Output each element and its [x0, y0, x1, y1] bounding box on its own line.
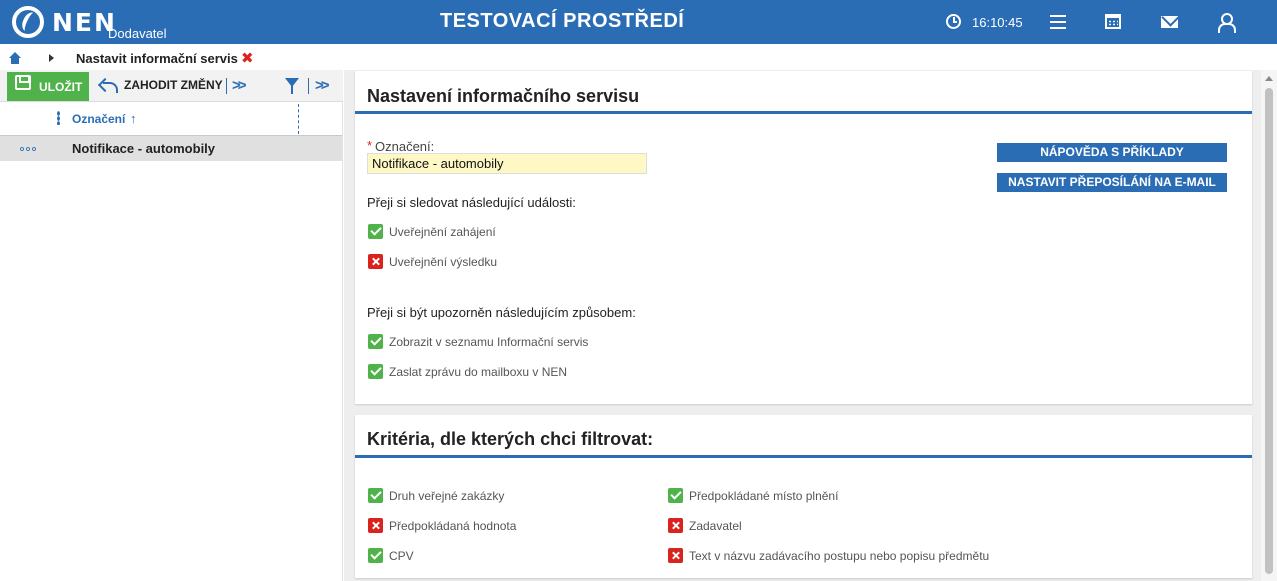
breadcrumb-separator-icon [49, 54, 54, 62]
criteria-value-label: Předpokládaná hodnota [389, 519, 517, 533]
criteria-title-rule [355, 455, 1252, 458]
row-label[interactable]: Notifikace - automobily [72, 141, 215, 156]
event-start-checkbox[interactable] [368, 224, 383, 239]
designation-label: Označení: [375, 139, 435, 154]
criteria-value-checkbox[interactable] [368, 518, 383, 533]
help-examples-button[interactable]: NÁPOVĚDA S PŘÍKLADY [997, 143, 1227, 162]
required-marker: * [367, 138, 373, 153]
column-resize-handle[interactable] [298, 104, 299, 134]
undo-icon[interactable] [100, 78, 118, 93]
nen-logo-icon[interactable] [12, 6, 44, 38]
events-heading: Přeji si sledovat následující události: [367, 195, 576, 210]
criteria-cpv-label: CPV [389, 549, 414, 563]
user-icon[interactable] [1218, 13, 1236, 33]
criteria-place-label: Předpokládané místo plnění [689, 489, 839, 503]
row-menu-icon[interactable] [19, 147, 37, 151]
clock-icon [946, 14, 961, 29]
scrollbar-thumb[interactable] [1265, 88, 1273, 574]
session-clock: 16:10:45 [972, 15, 1023, 30]
criteria-cpv-checkbox[interactable] [368, 548, 383, 563]
settings-title: Nastavení informačního servisu [367, 86, 640, 106]
environment-title: TESTOVACÍ PROSTŘEDÍ [440, 10, 685, 32]
event-result-label: Uveřejnění výsledku [389, 255, 498, 269]
expand-toolbar-icon[interactable]: >> [232, 77, 246, 94]
toolbar-separator [226, 78, 227, 94]
expand-filter-icon[interactable]: >> [315, 77, 329, 94]
mail-icon[interactable] [1161, 16, 1178, 28]
notify-mailbox-checkbox[interactable] [368, 364, 383, 379]
discard-changes-button[interactable]: ZAHODIT ZMĚNY [124, 78, 223, 92]
criteria-type-label: Druh veřejné zakázky [389, 489, 505, 503]
save-button-label: ULOŽIT [39, 80, 83, 94]
filter-icon[interactable] [285, 78, 299, 94]
close-tab-icon[interactable]: ✖ [241, 49, 254, 67]
menu-icon[interactable] [1050, 15, 1066, 29]
criteria-text-label: Text v názvu zadávacího postupu nebo pop… [689, 549, 990, 563]
column-menu-icon[interactable] [57, 111, 60, 125]
event-result-checkbox[interactable] [368, 254, 383, 269]
criteria-contracting-authority-checkbox[interactable] [668, 518, 683, 533]
criteria-contracting-authority-label: Zadavatel [689, 519, 742, 533]
event-start-label: Uveřejnění zahájení [389, 225, 496, 239]
criteria-title: Kritéria, dle kterých chci filtrovat: [367, 429, 654, 449]
save-icon [15, 75, 31, 90]
breadcrumb-current[interactable]: Nastavit informační servis [76, 51, 238, 66]
notify-list-checkbox[interactable] [368, 334, 383, 349]
home-icon[interactable] [9, 52, 21, 64]
calendar-icon[interactable] [1105, 14, 1121, 29]
criteria-place-checkbox[interactable] [668, 488, 683, 503]
notify-heading: Přeji si být upozorněn následujícím způs… [367, 305, 636, 320]
toolbar-separator [308, 78, 309, 94]
scroll-up-arrow-icon[interactable] [1265, 76, 1273, 81]
designation-input[interactable] [367, 153, 647, 174]
sort-ascending-icon[interactable]: ↑ [130, 111, 137, 126]
email-forwarding-button[interactable]: NASTAVIT PŘEPOSÍLÁNÍ NA E-MAIL [997, 173, 1227, 192]
save-button[interactable]: ULOŽIT [7, 72, 89, 101]
notify-mailbox-label: Zaslat zprávu do mailboxu v NEN [389, 365, 568, 379]
settings-title-rule [355, 111, 1252, 114]
criteria-type-checkbox[interactable] [368, 488, 383, 503]
list-header [0, 104, 343, 134]
logo-subtitle: Dodavatel [108, 26, 167, 41]
column-header-oznaceni[interactable]: Označení [72, 112, 125, 126]
top-bar: NEN Dodavatel TESTOVACÍ PROSTŘEDÍ 16:10:… [0, 0, 1277, 44]
notify-list-label: Zobrazit v seznamu Informační servis [389, 335, 589, 349]
criteria-text-checkbox[interactable] [668, 548, 683, 563]
